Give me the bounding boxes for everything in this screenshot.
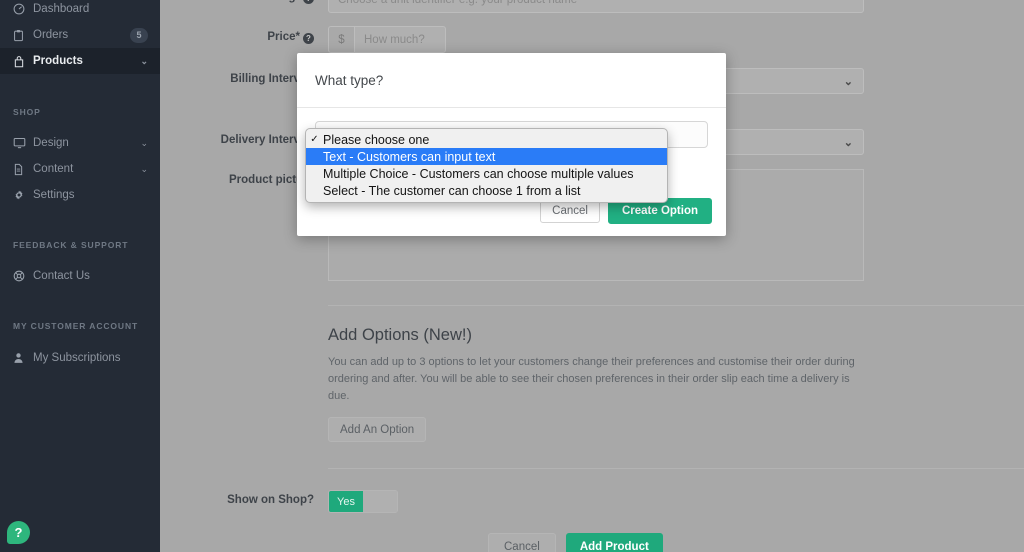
currency-addon: $ xyxy=(328,26,354,53)
option-type-dropdown-list[interactable]: ✓ Please choose one Text - Customers can… xyxy=(305,128,668,203)
dropdown-option-label: Multiple Choice - Customers can choose m… xyxy=(323,166,634,181)
add-an-option-button[interactable]: Add An Option xyxy=(328,417,427,443)
sidebar-item-my-subscriptions[interactable]: My Subscriptions xyxy=(0,345,160,371)
slug-field-wrap: Choose a unit identifier e.g. your produ… xyxy=(328,0,1024,13)
sidebar-item-content[interactable]: Content ⌄ xyxy=(0,156,160,182)
sidebar: Dashboard Orders 5 Products ⌄ SHOP Desig… xyxy=(0,0,160,552)
help-icon[interactable]: ? xyxy=(303,33,314,44)
sidebar-item-label: Settings xyxy=(33,189,75,201)
price-input[interactable]: How much? xyxy=(354,26,446,53)
sidebar-section-shop: SHOP xyxy=(13,107,41,117)
price-input-group: $ How much? xyxy=(328,26,446,53)
form-label-show-on-shop: Show on Shop? xyxy=(227,494,314,507)
dropdown-option-2[interactable]: Multiple Choice - Customers can choose m… xyxy=(306,165,667,182)
show-on-shop-field-wrap: Yes xyxy=(328,490,1024,514)
sidebar-item-label: Contact Us xyxy=(33,270,90,282)
sidebar-section-account: MY CUSTOMER ACCOUNT xyxy=(13,321,139,331)
sidebar-item-products[interactable]: Products ⌄ xyxy=(0,48,160,74)
form-row-price: Price*? $ How much? xyxy=(160,26,1024,53)
dashboard-icon xyxy=(13,3,30,15)
cancel-button[interactable]: Cancel xyxy=(488,533,556,552)
add-options-section: Add Options (New!) You can add up to 3 o… xyxy=(160,306,1024,443)
chevron-down-icon: ⌄ xyxy=(843,75,853,88)
bag-icon xyxy=(13,55,30,68)
sidebar-item-label: Dashboard xyxy=(33,3,90,15)
chevron-down-icon: ⌄ xyxy=(843,136,853,149)
dropdown-option-label: Text - Customers can input text xyxy=(323,149,496,164)
slug-placeholder: Choose a unit identifier e.g. your produ… xyxy=(338,0,577,6)
document-icon xyxy=(13,163,30,176)
form-actions: Cancel Add Product xyxy=(160,533,1024,552)
slug-input[interactable]: Choose a unit identifier e.g. your produ… xyxy=(328,0,864,13)
sidebar-section-feedback: FEEDBACK & SUPPORT xyxy=(13,240,129,250)
check-icon: ✓ xyxy=(310,134,319,145)
modal-header: What type? xyxy=(297,53,726,108)
orders-count-badge: 5 xyxy=(130,27,148,43)
dropdown-option-label: Please choose one xyxy=(323,132,430,147)
sidebar-item-contact-us[interactable]: Contact Us xyxy=(0,263,160,289)
label-text: Slug* xyxy=(271,0,300,3)
toggle-off-area xyxy=(363,491,397,513)
form-row-show-on-shop: Show on Shop? Yes xyxy=(160,490,1024,514)
sidebar-item-orders[interactable]: Orders 5 xyxy=(0,22,160,48)
dropdown-option-label: Select - The customer can choose 1 from … xyxy=(323,183,581,198)
chevron-down-icon: ⌄ xyxy=(140,163,148,174)
add-product-button[interactable]: Add Product xyxy=(565,533,663,552)
form-row-slug: Slug*? Choose a unit identifier e.g. you… xyxy=(160,0,1024,13)
sidebar-item-label: Orders xyxy=(33,29,69,41)
help-icon[interactable]: ? xyxy=(303,0,314,4)
lifebuoy-icon xyxy=(13,270,30,282)
help-button[interactable]: ? xyxy=(7,521,30,544)
price-placeholder: How much? xyxy=(364,33,425,46)
dropdown-option-0[interactable]: ✓ Please choose one xyxy=(306,131,667,148)
sidebar-item-label: My Subscriptions xyxy=(33,352,121,364)
sidebar-item-label: Products xyxy=(33,55,83,67)
price-field-wrap: $ How much? xyxy=(328,26,1024,53)
chevron-down-icon: ⌄ xyxy=(140,55,148,66)
show-on-shop-toggle[interactable]: Yes xyxy=(328,490,398,514)
label-text: Price* xyxy=(267,31,300,43)
add-options-title: Add Options (New!) xyxy=(328,326,472,344)
sidebar-item-design[interactable]: Design ⌄ xyxy=(0,130,160,156)
monitor-icon xyxy=(13,137,30,149)
section-divider-2 xyxy=(328,468,1024,470)
sidebar-item-settings[interactable]: Settings xyxy=(0,182,160,208)
sidebar-item-label: Content xyxy=(33,163,74,175)
gear-icon xyxy=(13,189,30,201)
clipboard-icon xyxy=(13,29,30,42)
add-options-description: You can add up to 3 options to let your … xyxy=(328,356,855,403)
dropdown-option-1[interactable]: Text - Customers can input text xyxy=(306,148,667,165)
chevron-down-icon: ⌄ xyxy=(140,137,148,148)
dropdown-option-3[interactable]: Select - The customer can choose 1 from … xyxy=(306,182,667,199)
toggle-on-label: Yes xyxy=(329,491,363,513)
form-label-price: Price*? xyxy=(160,26,328,44)
form-label-slug: Slug*? xyxy=(160,0,328,4)
user-icon xyxy=(13,352,30,364)
sidebar-item-dashboard[interactable]: Dashboard xyxy=(0,0,160,22)
app-root: Dashboard Orders 5 Products ⌄ SHOP Desig… xyxy=(0,0,1024,552)
sidebar-item-label: Design xyxy=(33,137,69,149)
modal-title: What type? xyxy=(315,72,384,88)
